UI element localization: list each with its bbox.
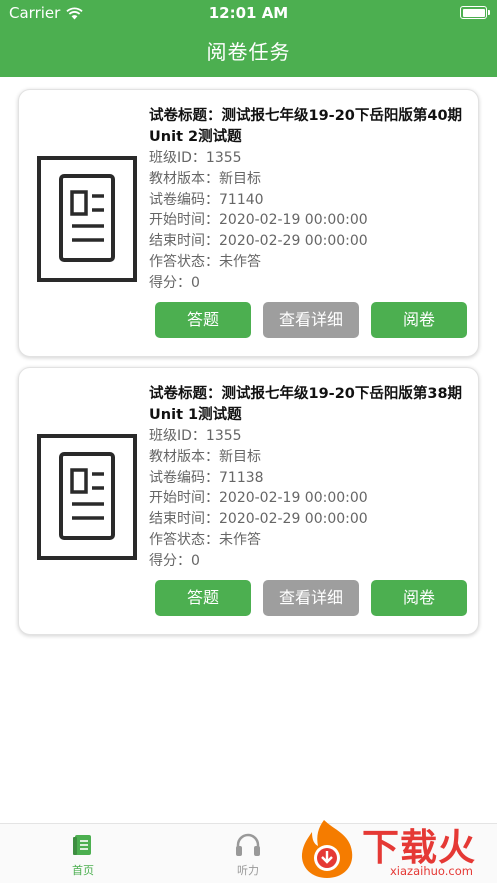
tab-home-label: 首页 [72, 864, 94, 877]
start-time: 开始时间：2020-02-19 00:00:00 [149, 490, 368, 507]
answer-status: 作答状态：未作答 [149, 253, 261, 270]
document-icon [37, 156, 137, 282]
answer-status: 作答状态：未作答 [149, 531, 261, 548]
flame-logo-icon [301, 820, 353, 878]
document-icon [37, 434, 137, 560]
headphones-icon [236, 833, 260, 856]
paper-title: 试卷标题：测试报七年级19-20下岳阳版第38期Unit 1测试题 [149, 386, 463, 423]
view-detail-button[interactable]: 查看详细 [263, 580, 359, 616]
watermark-text: 下载火 [362, 826, 476, 869]
score: 得分：0 [149, 552, 200, 569]
status-bar: Carrier 12:01 AM [0, 0, 497, 26]
score: 得分：0 [149, 274, 200, 291]
carrier: Carrier [9, 4, 83, 22]
tab-listening-label: 听力 [237, 864, 259, 877]
watermark: 下载火 xiazaihuo.com [292, 815, 497, 883]
review-button[interactable]: 阅卷 [371, 302, 467, 338]
answer-button[interactable]: 答题 [155, 580, 251, 616]
paper-code: 试卷编码：71140 [149, 191, 264, 208]
end-time: 结束时间：2020-02-29 00:00:00 [149, 511, 368, 528]
battery-icon [460, 6, 490, 19]
start-time: 开始时间：2020-02-19 00:00:00 [149, 212, 368, 229]
wifi-icon [66, 7, 83, 19]
class-id: 班级ID：1355 [149, 150, 242, 166]
textbook-edition: 教材版本：新目标 [149, 448, 261, 465]
watermark-url: xiazaihuo.com [390, 864, 473, 878]
answer-button[interactable]: 答题 [155, 302, 251, 338]
end-time: 结束时间：2020-02-29 00:00:00 [149, 233, 368, 250]
textbook-edition: 教材版本：新目标 [149, 170, 261, 187]
tab-home[interactable]: 首页 [53, 832, 113, 878]
page-title: 阅卷任务 [206, 40, 291, 64]
paper-code: 试卷编码：71138 [149, 469, 264, 486]
view-detail-button[interactable]: 查看详细 [263, 302, 359, 338]
paper-title: 试卷标题：测试报七年级19-20下岳阳版第40期Unit 2测试题 [149, 108, 463, 145]
paper-card: 试卷标题：测试报七年级19-20下岳阳版第38期Unit 1测试题 班级ID：1… [18, 367, 479, 635]
book-icon [73, 835, 91, 855]
carrier-label: Carrier [9, 4, 61, 22]
paper-card: 试卷标题：测试报七年级19-20下岳阳版第40期Unit 2测试题 班级ID：1… [18, 89, 479, 357]
review-button[interactable]: 阅卷 [371, 580, 467, 616]
class-id: 班级ID：1355 [149, 428, 242, 444]
app-header: Carrier 12:01 AM 阅卷任务 [0, 0, 497, 77]
tab-listening[interactable]: 听力 [218, 832, 278, 878]
